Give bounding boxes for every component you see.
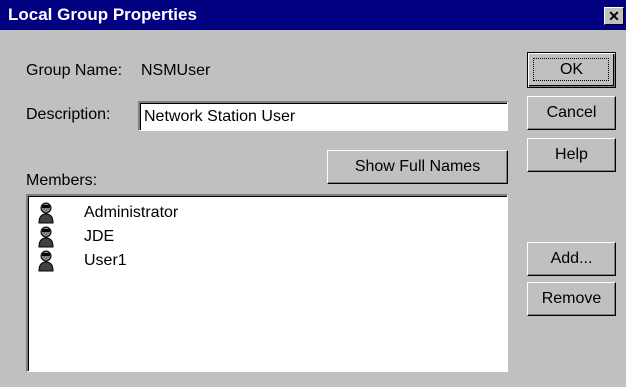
member-name: User1 bbox=[84, 252, 127, 269]
group-name-label: Group Name: bbox=[26, 62, 123, 79]
members-list[interactable]: Administrator JDE User1 bbox=[26, 194, 508, 372]
description-value: Network Station User bbox=[144, 108, 296, 125]
user-icon bbox=[38, 250, 54, 272]
show-full-names-label: Show Full Names bbox=[354, 158, 481, 175]
add-button[interactable]: Add... bbox=[527, 242, 616, 276]
title-bar: Local Group Properties ✕ bbox=[0, 0, 626, 30]
cancel-label: Cancel bbox=[546, 104, 597, 121]
description-label: Description: bbox=[26, 106, 111, 123]
group-name-value: NSMUser bbox=[141, 62, 211, 79]
remove-button[interactable]: Remove bbox=[527, 282, 616, 316]
cancel-button[interactable]: Cancel bbox=[527, 96, 616, 130]
close-button[interactable]: ✕ bbox=[604, 7, 624, 25]
member-name: Administrator bbox=[84, 204, 179, 221]
user-icon bbox=[38, 226, 54, 248]
description-field[interactable]: Network Station User bbox=[138, 101, 508, 131]
ok-button[interactable]: OK bbox=[527, 52, 616, 88]
members-label: Members: bbox=[26, 172, 98, 189]
help-label: Help bbox=[555, 146, 588, 163]
remove-label: Remove bbox=[541, 290, 602, 307]
add-label: Add... bbox=[550, 250, 593, 267]
ok-label: OK bbox=[559, 61, 584, 78]
member-name: JDE bbox=[84, 228, 115, 245]
window-title: Local Group Properties bbox=[8, 5, 197, 24]
close-icon: ✕ bbox=[608, 8, 620, 24]
user-icon bbox=[38, 202, 54, 224]
help-button[interactable]: Help bbox=[527, 138, 616, 172]
show-full-names-button[interactable]: Show Full Names bbox=[327, 150, 508, 184]
